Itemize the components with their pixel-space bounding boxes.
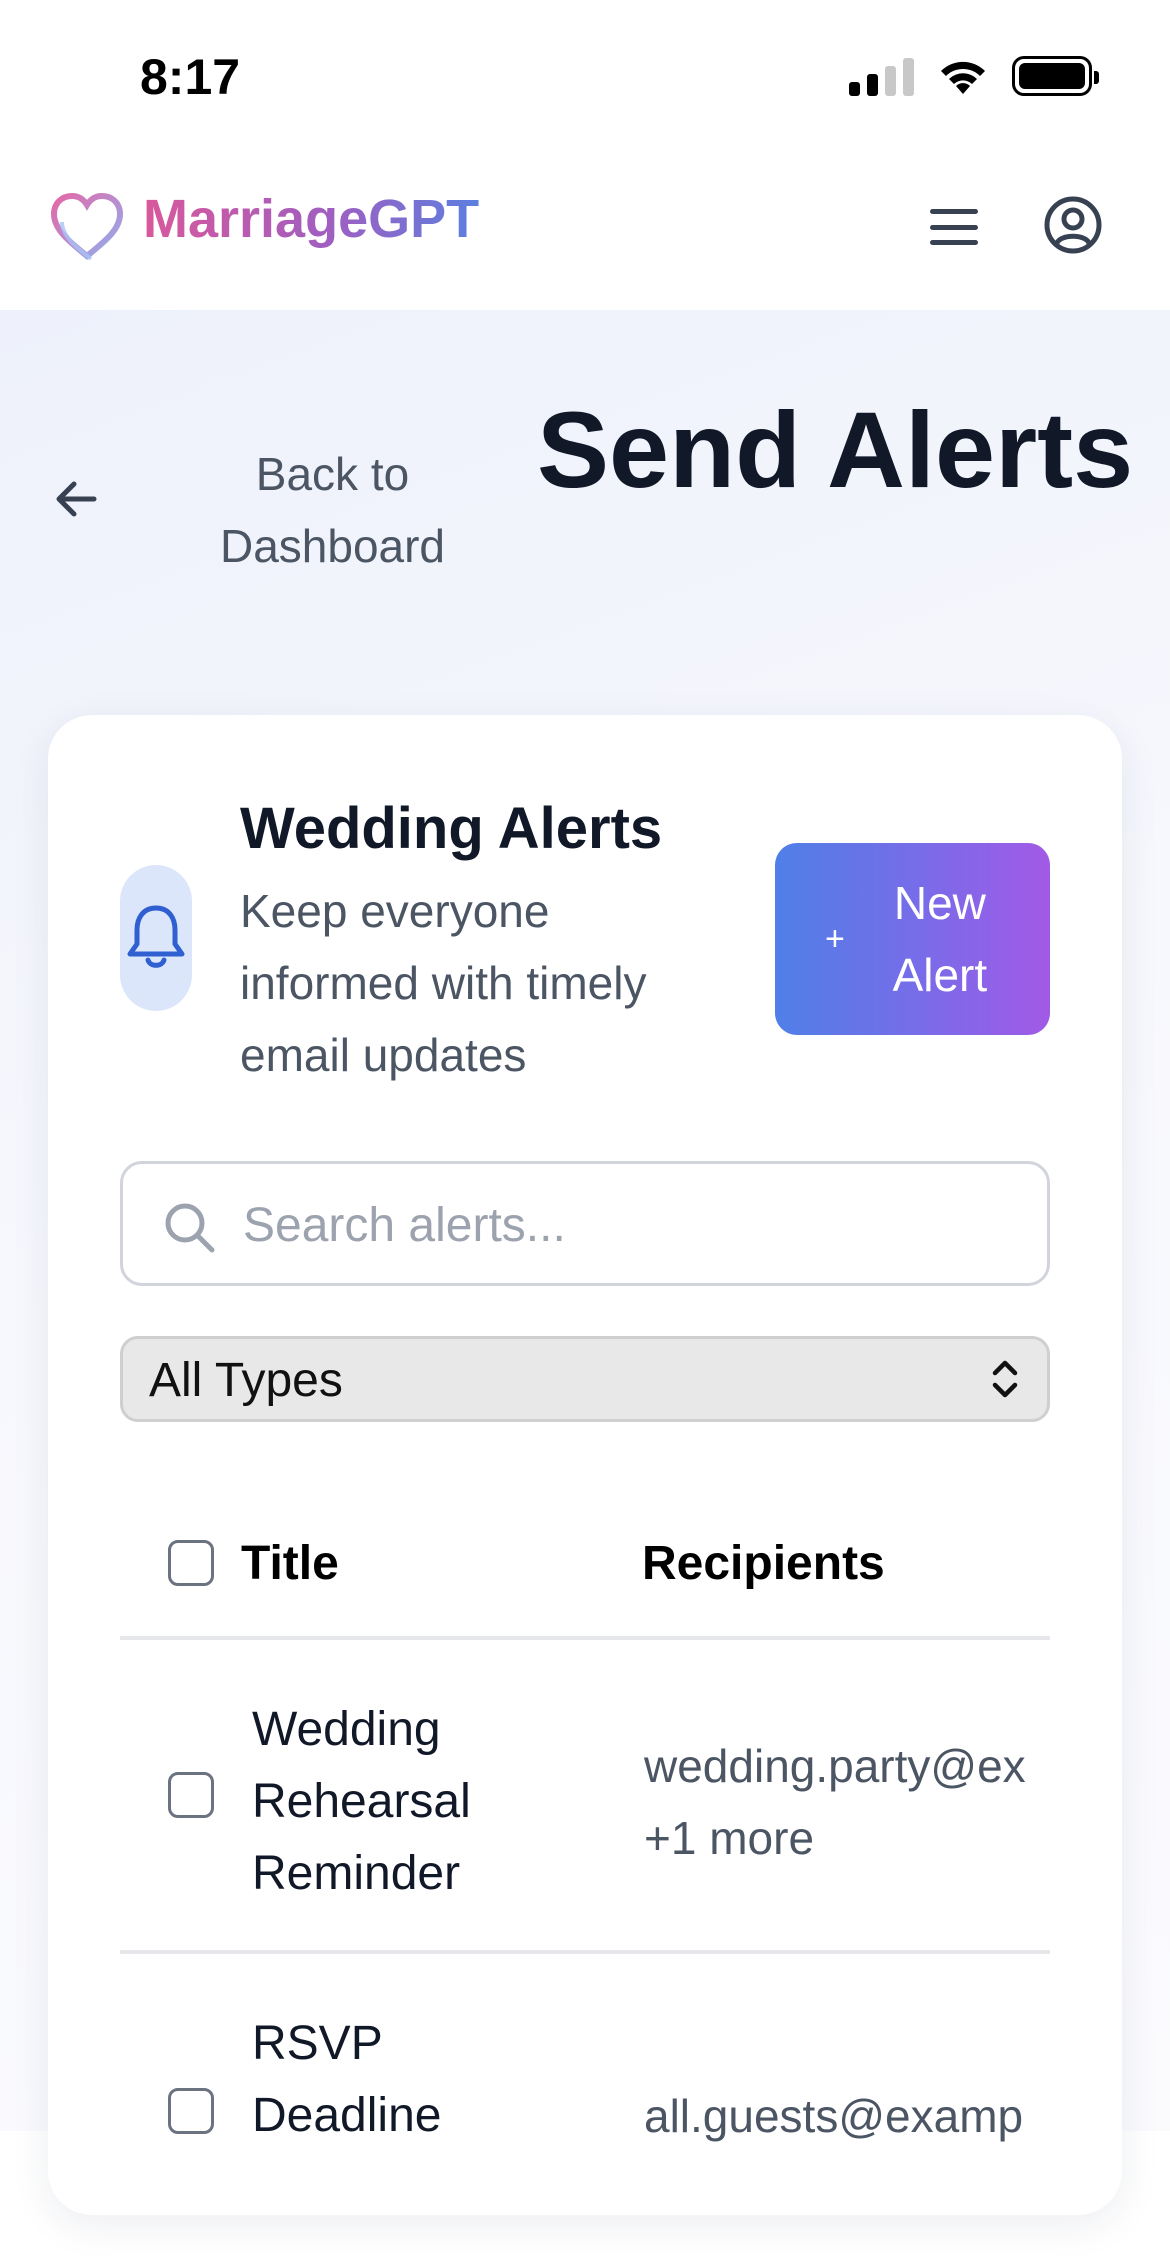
section-title: Wedding Alerts <box>240 796 663 861</box>
row-recipients-more[interactable]: +1 more <box>644 1802 1050 1874</box>
type-filter-select[interactable]: All Types <box>120 1336 1050 1422</box>
chevron-up-down-icon <box>992 1360 1018 1398</box>
status-icons <box>849 54 1099 98</box>
new-alert-label: New Alert <box>892 877 988 1001</box>
user-circle-icon[interactable] <box>1043 195 1103 255</box>
app-header: MarriageGPT <box>0 150 1170 310</box>
cellular-signal-icon <box>849 56 914 96</box>
plus-icon: + <box>825 920 845 958</box>
battery-icon <box>1012 56 1099 96</box>
row-title: RSVP Deadline <box>252 2017 442 2142</box>
row-checkbox[interactable] <box>168 2088 214 2134</box>
column-header-recipients[interactable]: Recipients <box>642 1536 885 1591</box>
back-to-dashboard-link[interactable]: Back to Dashboard <box>200 438 465 582</box>
status-time: 8:17 <box>140 49 241 105</box>
brand-name[interactable]: MarriageGPT <box>143 188 479 250</box>
status-bar: 8:17 <box>0 0 1170 150</box>
table-header: Title Recipients <box>120 1530 1050 1640</box>
bell-badge <box>120 865 192 1011</box>
heart-icon <box>50 192 124 261</box>
type-filter-value: All Types <box>149 1354 343 1407</box>
wifi-icon <box>941 61 985 94</box>
row-title: Wedding Rehearsal Reminder <box>252 1703 471 1900</box>
row-recipients: all.guests@examp <box>644 2090 1024 2142</box>
page-title: Send Alerts <box>537 389 1134 510</box>
table-row[interactable]: RSVP Deadline all.guests@examp <box>120 1958 1050 2258</box>
row-checkbox[interactable] <box>168 1772 214 1818</box>
new-alert-button[interactable]: + New Alert <box>775 843 1050 1035</box>
select-all-checkbox[interactable] <box>168 1540 214 1586</box>
hamburger-icon[interactable] <box>928 202 980 252</box>
search-field[interactable] <box>120 1161 1050 1286</box>
column-header-title[interactable]: Title <box>241 1536 339 1591</box>
bell-icon <box>127 905 185 968</box>
search-icon <box>165 1203 215 1253</box>
section-subtitle: Keep everyone informed with timely email… <box>240 885 647 1081</box>
search-input[interactable] <box>243 1192 1023 1258</box>
row-recipients: wedding.party@ex <box>644 1740 1026 1792</box>
table-row[interactable]: Wedding Rehearsal Reminder wedding.party… <box>120 1644 1050 1954</box>
arrow-left-icon[interactable] <box>52 475 100 523</box>
